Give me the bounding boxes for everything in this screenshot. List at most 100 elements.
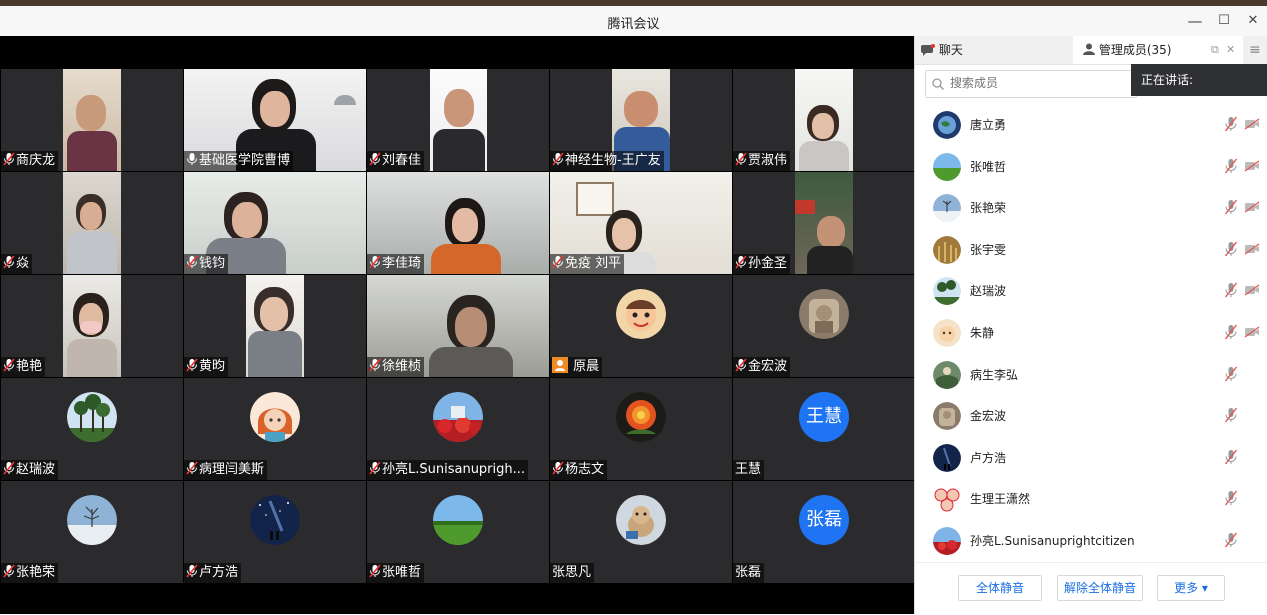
maximize-button[interactable]: ☐ [1213, 10, 1235, 32]
window-title: 腾讯会议 [607, 17, 660, 32]
camera-off-icon[interactable] [1244, 326, 1260, 338]
participant-video [63, 172, 121, 274]
mic-muted-icon [3, 255, 15, 269]
mic-muted-icon [186, 358, 198, 372]
mic-muted-icon[interactable] [1224, 116, 1238, 132]
video-tile[interactable]: 张艳荣 [1, 481, 183, 583]
mic-muted-icon [186, 461, 198, 475]
list-item[interactable]: 赵瑞波 [915, 270, 1267, 312]
participant-name: 免疫 刘平 [550, 254, 625, 274]
member-avatar [933, 526, 961, 555]
member-avatar [933, 485, 961, 513]
mic-muted-icon[interactable] [1224, 241, 1238, 257]
minimize-button[interactable]: — [1184, 10, 1206, 32]
panel-tabs: 聊天 管理成员(35) ⧉ ✕ ≡ [915, 36, 1267, 65]
participant-name: 赵瑞波 [1, 460, 59, 480]
mic-muted-icon[interactable] [1224, 407, 1238, 423]
mic-muted-icon[interactable] [1224, 158, 1238, 174]
list-item[interactable]: 唐立勇 [915, 104, 1267, 146]
participant-avatar [616, 289, 666, 339]
mic-muted-icon[interactable] [1224, 199, 1238, 215]
tab-chat[interactable]: 聊天 [921, 36, 1071, 64]
close-tab-icon[interactable]: ✕ [1226, 36, 1235, 64]
close-button[interactable]: ✕ [1242, 10, 1264, 32]
participant-name: 刘春佳 [367, 151, 425, 171]
video-tile[interactable]: 焱 [1, 172, 183, 274]
mic-muted-icon [369, 358, 381, 372]
member-search[interactable] [925, 70, 1137, 98]
list-item[interactable]: 孙亮L.Sunisanuprightcitizen [915, 520, 1267, 562]
list-item[interactable]: 朱静 [915, 312, 1267, 354]
participant-name: 王慧 [733, 460, 765, 480]
participant-video [795, 69, 853, 171]
camera-off-icon[interactable] [1244, 284, 1260, 296]
video-tile[interactable]: 艳艳 [1, 275, 183, 377]
camera-off-icon[interactable] [1244, 201, 1260, 213]
camera-off-icon[interactable] [1244, 243, 1260, 255]
more-button[interactable]: 更多 ▾ [1157, 575, 1225, 601]
video-tile[interactable]: 病理闫美斯 [184, 378, 366, 480]
video-tile[interactable]: 孙金圣 [733, 172, 915, 274]
member-avatar [933, 194, 961, 223]
mic-muted-icon[interactable] [1224, 366, 1238, 382]
video-tile[interactable]: 孙亮L.Sunisanuprigh... [367, 378, 549, 480]
mic-muted-icon [186, 255, 198, 269]
menu-icon[interactable]: ≡ [1249, 36, 1265, 64]
pop-out-icon[interactable]: ⧉ [1211, 36, 1219, 64]
mute-all-button[interactable]: 全体静音 [958, 575, 1042, 601]
mic-muted-icon[interactable] [1224, 532, 1238, 548]
video-tile[interactable]: 黄昀 [184, 275, 366, 377]
mic-muted-icon[interactable] [1224, 490, 1238, 506]
list-item[interactable]: 病生李弘 [915, 354, 1267, 396]
title-bar: 腾讯会议 — ☐ ✕ [0, 6, 1267, 37]
video-tile[interactable]: 免疫 刘平 [550, 172, 732, 274]
participant-name: 张磊 [733, 563, 765, 583]
members-panel: 聊天 管理成员(35) ⧉ ✕ ≡ 正在讲话: 唐立勇 张唯哲 张艳荣 [914, 36, 1267, 614]
video-tile[interactable]: 基础医学院曹博 [184, 69, 366, 171]
participant-video [430, 69, 487, 171]
list-item[interactable]: 张唯哲 [915, 146, 1267, 188]
video-tile[interactable]: 金宏波 [733, 275, 915, 377]
video-tile[interactable]: 王慧 王慧 [733, 378, 915, 480]
video-tile[interactable]: 卢方浩 [184, 481, 366, 583]
video-tile[interactable]: 张思凡 [550, 481, 732, 583]
mic-muted-icon[interactable] [1224, 282, 1238, 298]
list-item[interactable]: 卢方浩 [915, 437, 1267, 479]
video-tile[interactable]: 神经生物-王广友 [550, 69, 732, 171]
mic-muted-icon [3, 461, 15, 475]
mic-muted-icon[interactable] [1224, 449, 1238, 465]
mic-muted-icon[interactable] [1224, 324, 1238, 340]
video-tile[interactable]: 张磊 张磊 [733, 481, 915, 583]
video-tile[interactable]: 商庆龙 [1, 69, 183, 171]
member-avatar [933, 402, 961, 431]
participant-name: 张艳荣 [1, 563, 59, 583]
video-tile[interactable]: 徐维桢 [367, 275, 549, 377]
participant-video [795, 172, 853, 274]
video-tile[interactable]: 张唯哲 [367, 481, 549, 583]
participant-avatar [616, 392, 666, 442]
camera-off-icon[interactable] [1244, 118, 1260, 130]
list-item[interactable]: 张宇雯 [915, 229, 1267, 271]
search-input[interactable] [948, 75, 1132, 91]
mic-muted-icon [369, 152, 381, 166]
unmute-all-button[interactable]: 解除全体静音 [1057, 575, 1143, 601]
list-item[interactable]: 生理王潇然 [915, 478, 1267, 520]
participant-name: 原晨 [550, 357, 603, 377]
camera-off-icon[interactable] [1244, 160, 1260, 172]
video-tile[interactable]: 赵瑞波 [1, 378, 183, 480]
video-tile[interactable]: 原晨 [550, 275, 732, 377]
participant-name: 钱钧 [184, 254, 229, 274]
participant-name: 艳艳 [1, 357, 46, 377]
video-tile[interactable]: 杨志文 [550, 378, 732, 480]
list-item[interactable]: 张艳荣 [915, 187, 1267, 229]
tab-members[interactable]: 管理成员(35) ⧉ ✕ [1073, 36, 1243, 64]
participant-name: 张唯哲 [367, 563, 425, 583]
video-tile[interactable]: 李佳琦 [367, 172, 549, 274]
video-tile[interactable]: 钱钧 [184, 172, 366, 274]
participant-name: 黄昀 [184, 357, 229, 377]
list-item[interactable]: 金宏波 [915, 395, 1267, 437]
video-tile[interactable]: 刘春佳 [367, 69, 549, 171]
participant-name: 焱 [1, 254, 33, 274]
video-tile[interactable]: 贾淑伟 [733, 69, 915, 171]
participant-avatar-text: 张磊 [799, 495, 849, 545]
